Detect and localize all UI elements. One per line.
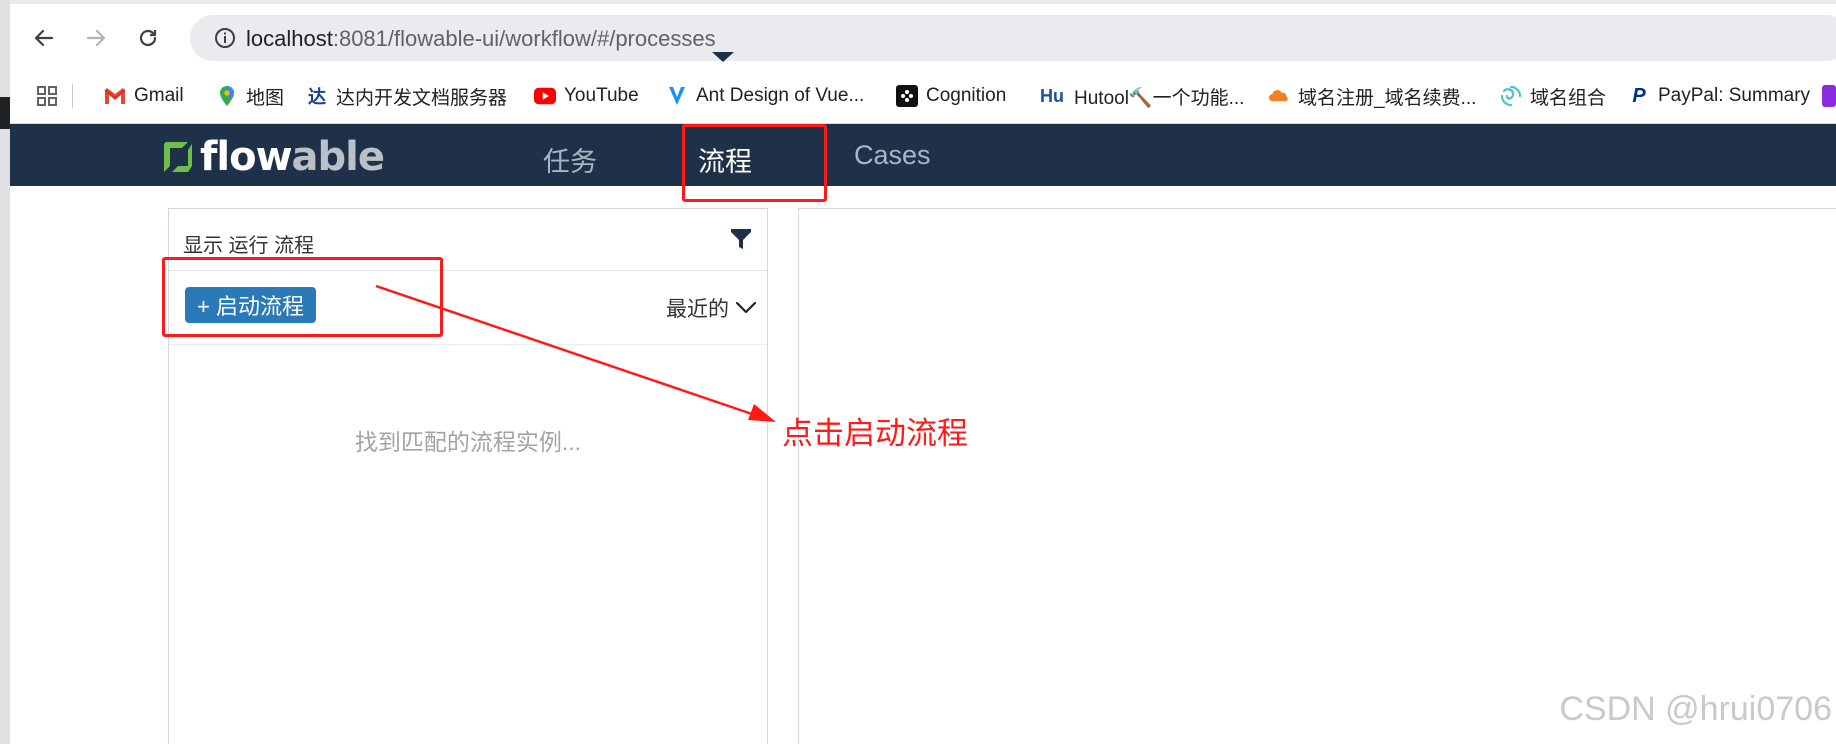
- cloud-icon: [1268, 85, 1290, 107]
- screenshot-root: localhost:8081/flowable-ui/workflow/#/pr…: [0, 0, 1836, 744]
- bookmark-label: 地图: [246, 87, 285, 109]
- bookmark-label: Gmail: [134, 85, 184, 106]
- process-list-title: 显示 运行 流程: [183, 235, 315, 257]
- bookmark-label: Ant Design of Vue...: [696, 85, 865, 106]
- bookmarks-divider: [72, 84, 73, 108]
- flowable-logo[interactable]: flowable: [160, 134, 385, 180]
- bookmark-paypal[interactable]: P PayPal: Summary: [1628, 78, 1810, 114]
- bookmark-overflow[interactable]: [1822, 78, 1836, 114]
- app-navbar: flowable 任务 流程 Cases: [10, 124, 1836, 186]
- bookmark-label: YouTube: [564, 85, 639, 106]
- bookmark-tarena[interactable]: 达 达内开发文档服务器: [306, 78, 507, 114]
- annotation-box-start-button: [162, 257, 443, 337]
- bookmark-label: PayPal: Summary: [1658, 85, 1811, 106]
- process-detail-panel: [798, 208, 1836, 744]
- left-window-edge: [0, 0, 10, 744]
- annotation-label: 点击启动流程: [782, 416, 968, 451]
- bookmarks-bar: Gmail 地图 达 达内开发文档服务器 YouTube Ant Design …: [10, 78, 1836, 114]
- filter-icon[interactable]: [729, 227, 753, 251]
- bookmark-label: Hutool🔨一个功能...: [1074, 87, 1245, 109]
- tab-cases[interactable]: Cases: [854, 140, 931, 171]
- swirl-icon: [1500, 85, 1522, 107]
- apps-grid-button[interactable]: [36, 78, 58, 114]
- address-bar[interactable]: localhost:8081/flowable-ui/workflow/#/pr…: [190, 15, 1836, 61]
- bookmark-label: Cognition: [926, 85, 1007, 106]
- bookmark-maps[interactable]: 地图: [216, 78, 284, 114]
- maps-pin-icon: [216, 85, 238, 107]
- bookmark-domain-combo[interactable]: 域名组合: [1500, 78, 1606, 114]
- logo-text-flow: flow: [200, 134, 293, 180]
- logo-text-able: able: [291, 134, 385, 180]
- hutool-icon: Hu: [1040, 85, 1064, 106]
- arrow-right-icon: [86, 29, 106, 47]
- chevron-down-icon: [735, 301, 757, 314]
- url-host: localhost: [246, 26, 333, 51]
- bookmark-hutool[interactable]: Hu Hutool🔨一个功能...: [1038, 78, 1244, 114]
- antdv-icon: [666, 85, 688, 107]
- annotation-box-processes-tab: [682, 124, 827, 202]
- bookmark-label: 域名注册_域名续费...: [1298, 87, 1477, 109]
- forward-button[interactable]: [80, 22, 112, 54]
- youtube-icon: [534, 85, 556, 107]
- apps-grid-icon: [37, 86, 57, 106]
- back-button[interactable]: [28, 22, 60, 54]
- csdn-watermark: CSDN @hrui0706: [1559, 690, 1832, 728]
- bookmark-label: 域名组合: [1530, 87, 1607, 109]
- url-path: :8081/flowable-ui/workflow/#/processes: [332, 26, 716, 51]
- browser-chrome: localhost:8081/flowable-ui/workflow/#/pr…: [10, 0, 1836, 124]
- bookmark-youtube[interactable]: YouTube: [534, 78, 639, 114]
- arrow-left-icon: [34, 29, 54, 47]
- cognition-icon: [896, 85, 918, 107]
- active-tab-caret: [712, 52, 734, 62]
- site-info-icon[interactable]: [214, 27, 236, 49]
- bookmark-label: 达内开发文档服务器: [336, 87, 508, 109]
- gmail-icon: [104, 85, 126, 107]
- reload-icon: [139, 29, 157, 47]
- logo-wordmark: flowable: [200, 134, 385, 180]
- tab-tasks[interactable]: 任务: [543, 140, 597, 179]
- bookmark-cognition[interactable]: Cognition: [896, 78, 1006, 114]
- bookmark-domain-register[interactable]: 域名注册_域名续费...: [1268, 78, 1476, 114]
- paypal-icon: P: [1632, 84, 1646, 107]
- flowable-logo-icon: [164, 142, 192, 172]
- bookmark-purple-icon: [1822, 85, 1836, 107]
- reload-button[interactable]: [132, 22, 164, 54]
- sort-dropdown[interactable]: 最近的: [666, 293, 757, 323]
- tarena-icon: 达: [308, 87, 326, 107]
- address-url[interactable]: localhost:8081/flowable-ui/workflow/#/pr…: [246, 26, 716, 52]
- bookmark-antdv[interactable]: Ant Design of Vue...: [666, 78, 864, 114]
- empty-state-message: 找到匹配的流程实例...: [354, 429, 582, 455]
- bookmark-gmail[interactable]: Gmail: [104, 78, 184, 114]
- sort-label: 最近的: [666, 298, 729, 321]
